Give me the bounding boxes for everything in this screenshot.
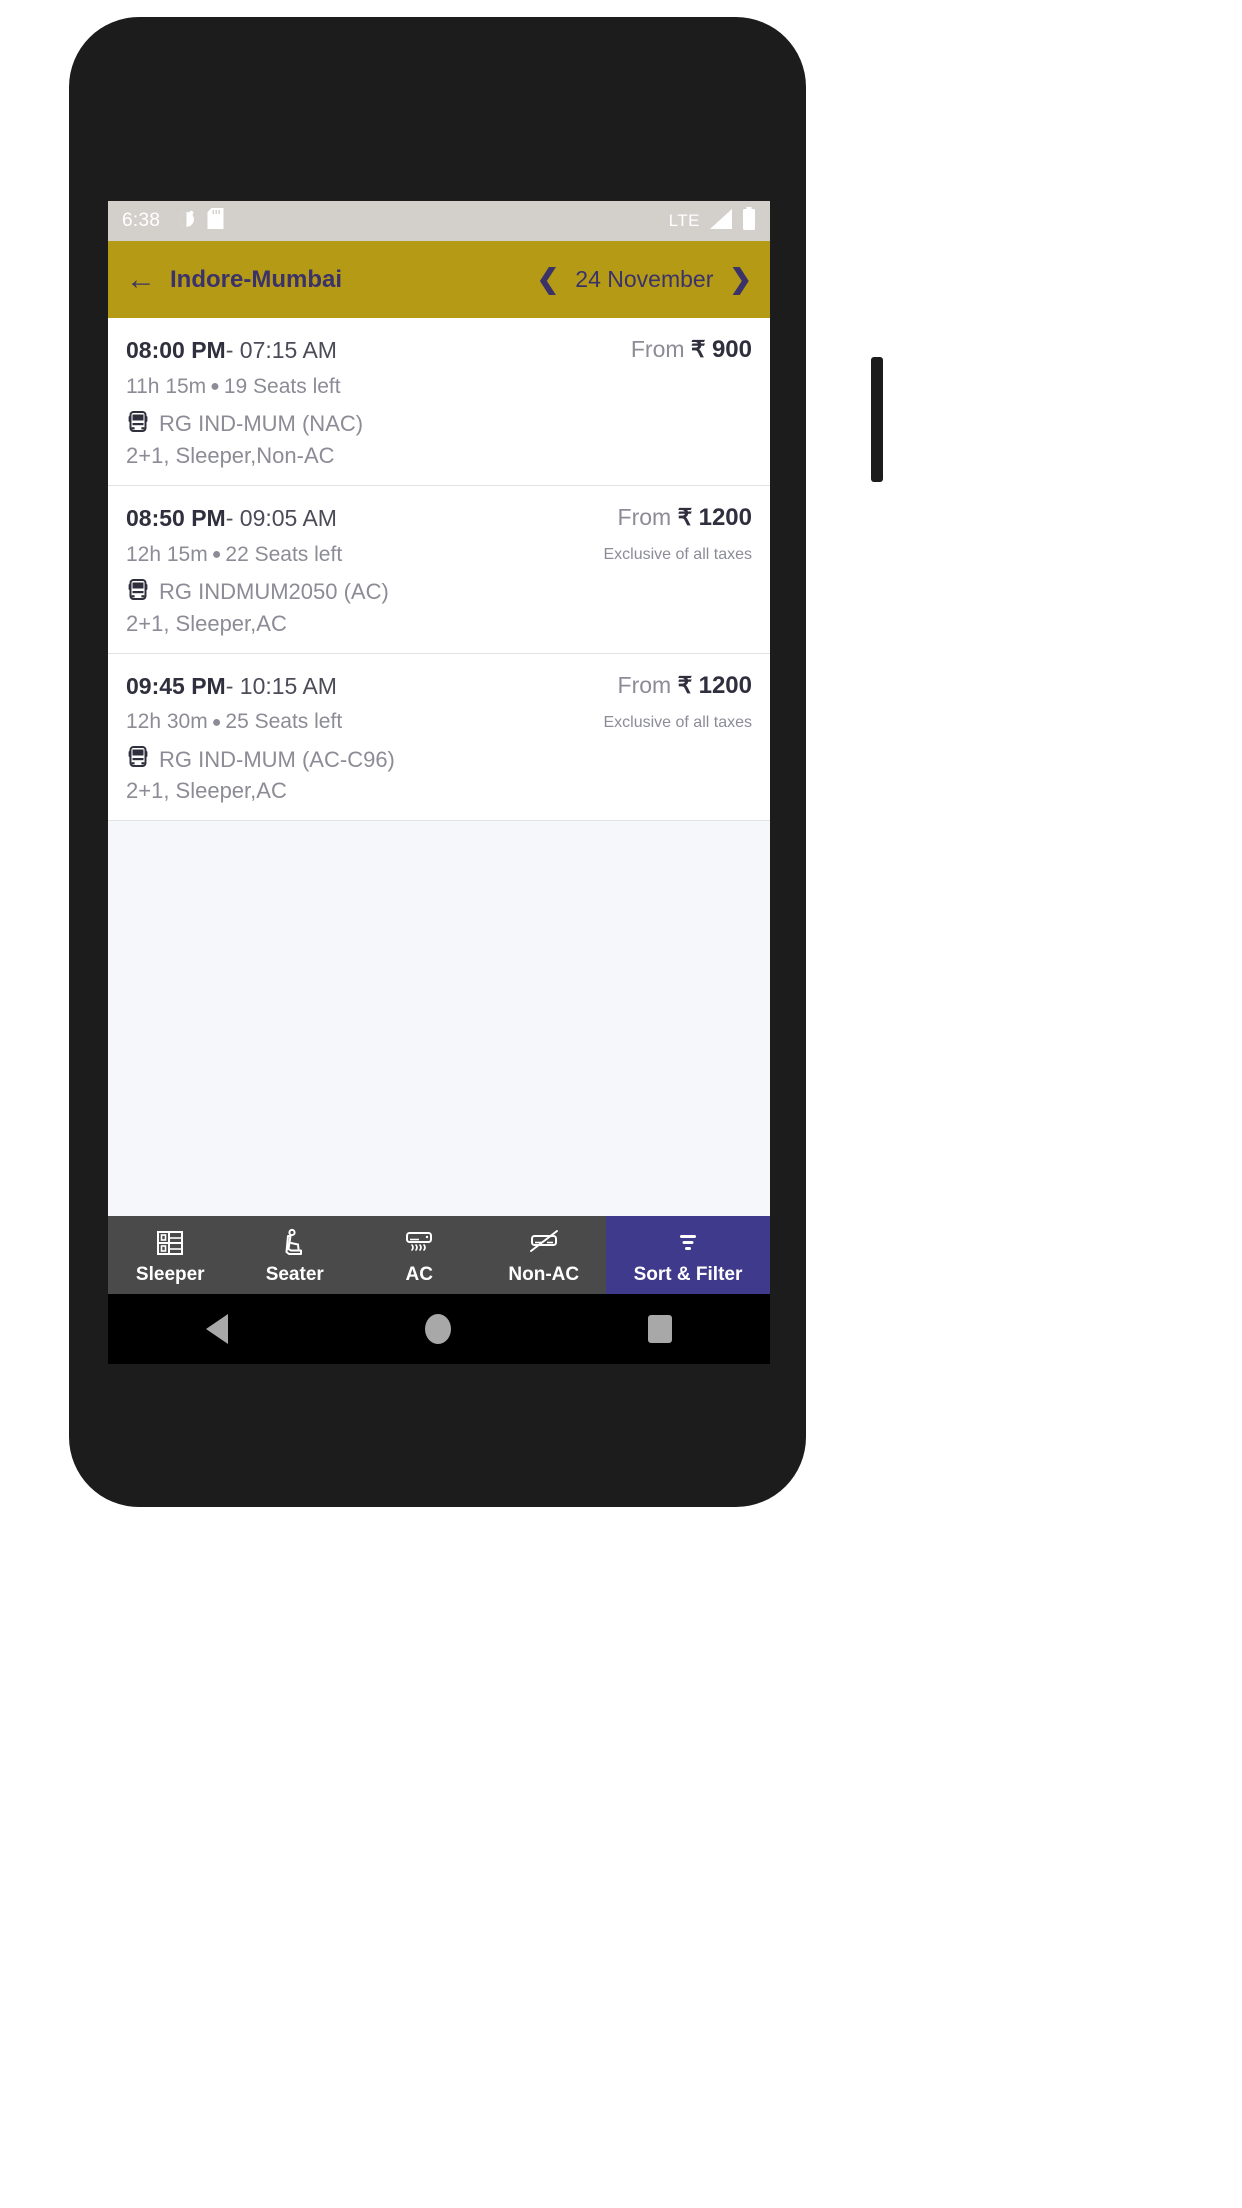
fare-prefix: From — [617, 671, 672, 698]
bottom-filter-bar: Sleeper Seater AC Non-AC Sort & Filter — [108, 1216, 770, 1294]
departure-time: 08:50 PM — [126, 504, 226, 531]
departure-time: 09:45 PM — [126, 672, 226, 699]
seats-left: 25 Seats left — [225, 710, 343, 734]
trip-duration: 12h 30m — [126, 710, 208, 734]
phone-screen: 6:38 LTE ← Indore-Mumbai ❮ 24 November ❯… — [108, 201, 770, 1364]
fare-block: From ₹ 1200 — [603, 504, 752, 532]
alarm-icon — [176, 208, 197, 234]
trip-times: 08:50 PM- 09:05 AM — [126, 504, 595, 533]
status-bar: 6:38 LTE — [108, 201, 770, 241]
page-title: Indore-Mumbai — [170, 265, 342, 293]
bus-icon — [126, 410, 150, 439]
trip-meta: 12h 30m ● 25 Seats left — [126, 710, 595, 734]
date-navigator: ❮ 24 November ❯ — [537, 266, 752, 293]
fare-block: From ₹ 1200 — [603, 672, 752, 700]
network-type-label: LTE — [668, 211, 700, 230]
trip-meta: 11h 15m ● 19 Seats left — [126, 375, 623, 399]
time-separator: - — [225, 337, 234, 363]
filter-seater-label: Seater — [265, 1264, 324, 1285]
tax-note: Exclusive of all taxes — [603, 545, 752, 563]
nav-back-icon[interactable] — [206, 1314, 229, 1344]
filter-seater-button[interactable]: Seater — [232, 1216, 357, 1294]
filter-ac-label: AC — [405, 1264, 433, 1285]
arrival-time: 10:15 AM — [239, 672, 337, 699]
bus-icon — [126, 578, 150, 607]
fare-amount: 1200 — [698, 503, 752, 531]
filter-sleeper-button[interactable]: Sleeper — [108, 1216, 233, 1294]
fare-amount: 1200 — [698, 671, 752, 699]
meta-separator-dot: ● — [211, 713, 222, 731]
time-separator: - — [225, 504, 234, 531]
seat-configuration: 2+1, Sleeper,AC — [126, 610, 287, 636]
fare-prefix: From — [630, 336, 685, 362]
chevron-left-icon[interactable]: ❮ — [537, 266, 560, 293]
operator-name: RG INDMUM2050 (AC) — [159, 579, 389, 604]
bus-results-list[interactable]: 08:00 PM- 07:15 AM 11h 15m ● 19 Seats left — [108, 318, 770, 1216]
departure-time: 08:00 PM — [126, 337, 226, 363]
status-bar-clock: 6:38 — [122, 210, 161, 231]
bus-icon — [126, 745, 150, 774]
seats-left: 19 Seats left — [223, 374, 341, 398]
trip-meta: 12h 15m ● 22 Seats left — [126, 543, 595, 567]
trip-duration: 12h 15m — [126, 542, 208, 566]
seat-configuration: 2+1, Sleeper,AC — [126, 778, 287, 804]
nav-recent-icon[interactable] — [647, 1315, 672, 1343]
arrival-time: 09:05 AM — [239, 504, 337, 531]
back-arrow-icon[interactable]: ← — [126, 264, 156, 295]
bus-result-card[interactable]: 08:00 PM- 07:15 AM 11h 15m ● 19 Seats left — [108, 318, 770, 486]
currency-symbol: ₹ — [690, 336, 706, 362]
air-conditioner-icon — [402, 1226, 436, 1260]
trip-times: 08:00 PM- 07:15 AM — [126, 336, 623, 365]
trip-times: 09:45 PM- 10:15 AM — [126, 672, 595, 701]
sd-card-icon — [207, 208, 224, 234]
time-separator: - — [225, 672, 234, 699]
battery-icon — [742, 207, 756, 235]
nav-home-icon[interactable] — [424, 1314, 451, 1344]
meta-separator-dot: ● — [211, 545, 222, 563]
tax-note: Exclusive of all taxes — [603, 713, 752, 731]
chevron-right-icon[interactable]: ❯ — [729, 266, 752, 293]
bus-result-card[interactable]: 08:50 PM- 09:05 AM 12h 15m ● 22 Seats left — [108, 485, 770, 654]
sort-and-filter-button[interactable]: Sort & Filter — [606, 1216, 770, 1294]
seats-left: 22 Seats left — [225, 542, 343, 566]
bus-result-card[interactable]: 09:45 PM- 10:15 AM 12h 30m ● 25 Seats left — [108, 653, 770, 822]
filter-non-ac-label: Non-AC — [508, 1264, 580, 1285]
meta-separator-dot: ● — [210, 378, 220, 396]
fare-prefix: From — [617, 503, 672, 530]
android-navigation-bar — [108, 1294, 770, 1364]
filter-non-ac-button[interactable]: Non-AC — [481, 1216, 606, 1294]
air-conditioner-off-icon — [527, 1226, 561, 1260]
fare-block: From ₹ 900 — [631, 336, 752, 364]
filter-sleeper-label: Sleeper — [135, 1264, 205, 1285]
empty-list-area — [108, 821, 770, 1216]
fare-amount: 900 — [711, 336, 752, 363]
app-bar: ← Indore-Mumbai ❮ 24 November ❯ — [108, 241, 770, 318]
arrival-time: 07:15 AM — [239, 337, 337, 363]
power-button[interactable] — [871, 357, 883, 482]
operator-name: RG IND-MUM (AC-C96) — [159, 746, 395, 772]
seat-icon — [279, 1226, 311, 1260]
filter-icon — [674, 1226, 702, 1260]
operator-name: RG IND-MUM (NAC) — [159, 411, 364, 437]
trip-duration: 11h 15m — [126, 374, 207, 398]
selected-date-label[interactable]: 24 November — [575, 266, 713, 293]
signal-icon — [708, 208, 734, 235]
filter-ac-button[interactable]: AC — [357, 1216, 482, 1294]
currency-symbol: ₹ — [677, 671, 693, 698]
bunk-bed-icon — [154, 1226, 186, 1260]
seat-configuration: 2+1, Sleeper,Non-AC — [126, 442, 335, 468]
currency-symbol: ₹ — [677, 503, 693, 530]
sort-and-filter-label: Sort & Filter — [633, 1264, 743, 1285]
